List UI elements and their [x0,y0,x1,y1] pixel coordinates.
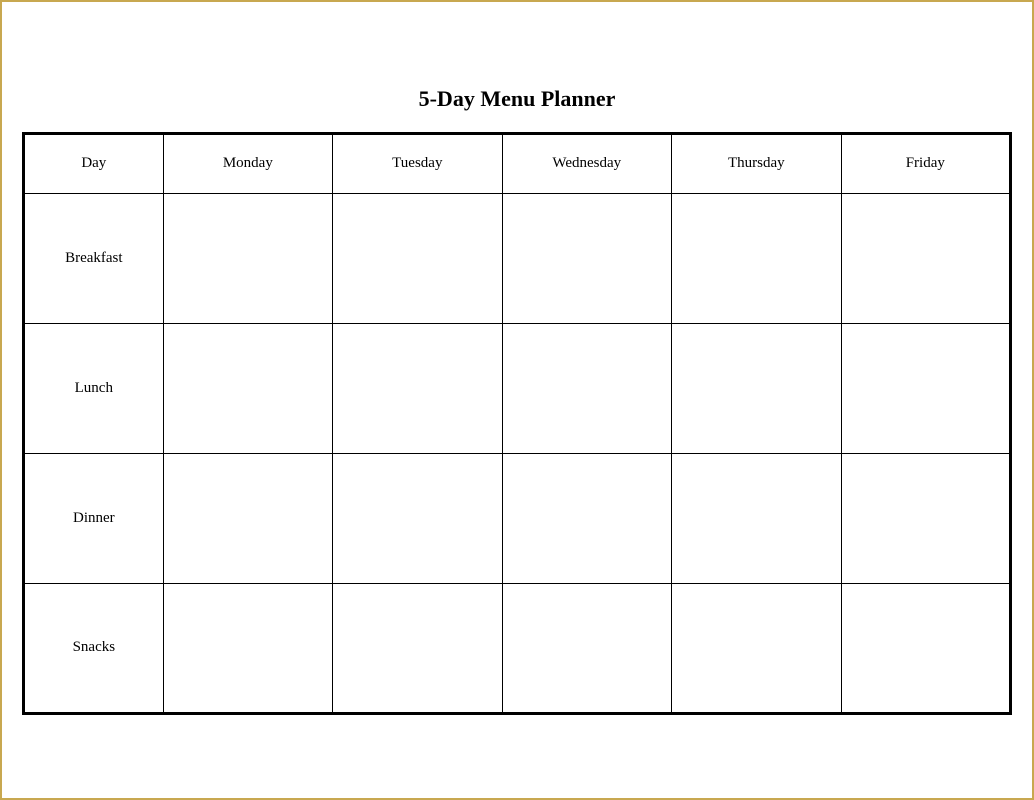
cell-snacks-4[interactable] [841,583,1010,713]
row-label-snacks: Snacks [24,583,164,713]
cell-snacks-0[interactable] [163,583,332,713]
cell-dinner-0[interactable] [163,453,332,583]
page-container: 5-Day Menu Planner DayMondayTuesdayWedne… [22,86,1012,715]
header-thursday: Thursday [672,133,841,193]
header-wednesday: Wednesday [502,133,672,193]
table-body: BreakfastLunchDinnerSnacks [24,193,1011,713]
cell-breakfast-2[interactable] [502,193,672,323]
cell-snacks-1[interactable] [333,583,502,713]
cell-dinner-3[interactable] [672,453,841,583]
table-row: Lunch [24,323,1011,453]
header-tuesday: Tuesday [333,133,502,193]
cell-lunch-4[interactable] [841,323,1010,453]
header-friday: Friday [841,133,1010,193]
cell-lunch-0[interactable] [163,323,332,453]
row-label-dinner: Dinner [24,453,164,583]
table-row: Snacks [24,583,1011,713]
table-row: Breakfast [24,193,1011,323]
cell-snacks-3[interactable] [672,583,841,713]
cell-breakfast-0[interactable] [163,193,332,323]
header-day: Day [24,133,164,193]
header-row: DayMondayTuesdayWednesdayThursdayFriday [24,133,1011,193]
row-label-breakfast: Breakfast [24,193,164,323]
cell-lunch-2[interactable] [502,323,672,453]
header-monday: Monday [163,133,332,193]
page-title: 5-Day Menu Planner [419,86,616,112]
cell-lunch-1[interactable] [333,323,502,453]
cell-dinner-1[interactable] [333,453,502,583]
cell-dinner-2[interactable] [502,453,672,583]
cell-snacks-2[interactable] [502,583,672,713]
cell-breakfast-3[interactable] [672,193,841,323]
cell-lunch-3[interactable] [672,323,841,453]
cell-breakfast-1[interactable] [333,193,502,323]
table-row: Dinner [24,453,1011,583]
cell-dinner-4[interactable] [841,453,1010,583]
row-label-lunch: Lunch [24,323,164,453]
planner-table: DayMondayTuesdayWednesdayThursdayFriday … [22,132,1012,715]
cell-breakfast-4[interactable] [841,193,1010,323]
